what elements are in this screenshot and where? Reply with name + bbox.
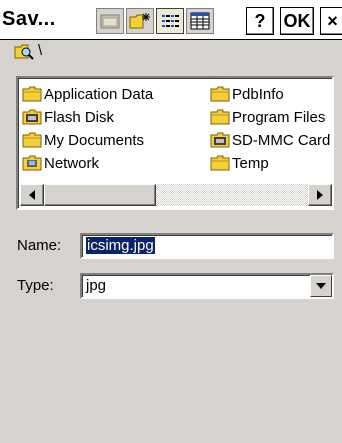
list-item[interactable]: Network: [22, 153, 99, 173]
arrow-right-icon: [317, 190, 323, 200]
folder-icon: [210, 155, 230, 171]
storage-card-icon: [22, 109, 42, 125]
scroll-right-button[interactable]: [308, 184, 332, 206]
dialog-title: Sav...: [2, 8, 56, 30]
list-item-label: Program Files: [232, 108, 326, 126]
list-item-label: Application Data: [44, 85, 154, 103]
type-value: jpg: [86, 277, 107, 294]
up-folder-button[interactable]: [96, 8, 124, 34]
details-view-button[interactable]: [186, 8, 214, 34]
new-folder-icon: [129, 13, 150, 29]
scroll-left-button[interactable]: [20, 184, 44, 206]
ok-button[interactable]: OK: [280, 7, 314, 35]
folder-search-icon: [14, 44, 34, 60]
type-select[interactable]: jpg: [80, 273, 334, 299]
list-view-button[interactable]: [156, 8, 184, 34]
scrollbar-thumb[interactable]: [44, 184, 156, 206]
list-item[interactable]: PdbInfo: [210, 84, 284, 104]
arrow-left-icon: [29, 190, 35, 200]
list-item-label: Temp: [232, 154, 269, 172]
list-item[interactable]: Temp: [210, 153, 269, 173]
folder-icon: [210, 109, 230, 125]
path-bar: \: [0, 41, 342, 65]
type-dropdown-button[interactable]: [310, 275, 332, 297]
up-folder-icon: [100, 14, 120, 29]
list-item[interactable]: Application Data: [22, 84, 153, 104]
details-view-icon: [190, 12, 210, 30]
list-item[interactable]: Program Files: [210, 107, 325, 127]
name-label: Name:: [17, 237, 61, 254]
name-value: icsimg.jpg: [86, 237, 155, 254]
list-item-label: Network: [44, 154, 100, 172]
list-item-label: PdbInfo: [232, 85, 284, 103]
type-label: Type:: [17, 277, 54, 294]
list-item-label: My Documents: [44, 131, 145, 149]
current-path: \: [38, 42, 43, 59]
file-list[interactable]: Application Data Flash Disk My Documents…: [16, 76, 334, 210]
type-label-text: Type:: [17, 277, 54, 294]
help-button[interactable]: ?: [246, 7, 274, 35]
name-field[interactable]: icsimg.jpg: [80, 233, 334, 259]
close-button[interactable]: ×: [320, 7, 342, 35]
chevron-down-icon: [316, 283, 326, 289]
new-folder-button[interactable]: [126, 8, 154, 34]
list-item[interactable]: Flash Disk: [22, 107, 114, 127]
list-item[interactable]: SD-MMC Card: [210, 130, 330, 150]
horizontal-scrollbar[interactable]: [20, 184, 332, 206]
folder-icon: [22, 132, 42, 148]
name-label-text: Name:: [17, 237, 62, 254]
folder-icon: [210, 86, 230, 102]
network-icon: [22, 155, 42, 171]
storage-card-icon: [210, 132, 230, 148]
list-item[interactable]: My Documents: [22, 130, 144, 150]
list-item-label: SD-MMC Card: [232, 131, 331, 149]
list-view-icon: [162, 15, 179, 27]
list-item-label: Flash Disk: [44, 108, 115, 126]
folder-icon: [22, 86, 42, 102]
title-bar: Sav... ? OK ×: [0, 0, 342, 40]
